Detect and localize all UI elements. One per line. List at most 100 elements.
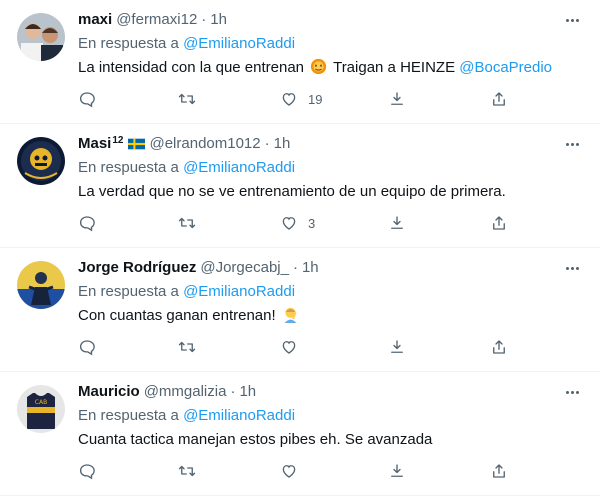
share-button[interactable] <box>490 460 508 482</box>
hot-face-emoji-icon <box>311 58 327 75</box>
retweet-icon <box>178 341 196 353</box>
timestamp[interactable]: 1h <box>239 382 256 402</box>
retweet-icon <box>178 93 196 105</box>
tweet-text-part: Con cuantas ganan entrenan! <box>78 307 276 324</box>
tweet-header: Masi12 @elrandom1012 · 1h <box>78 134 584 154</box>
svg-text:CAB: CAB <box>35 399 47 406</box>
tweet[interactable]: CAB Mauricio @mmgalizia · 1h En respuest… <box>0 372 600 496</box>
tweet-text: Cuanta tactica manejan estos pibes eh. S… <box>78 431 433 448</box>
mention-link[interactable]: @BocaPredio <box>459 59 552 76</box>
download-icon <box>391 340 403 353</box>
more-options-icon[interactable] <box>560 382 584 402</box>
sweden-flag-icon <box>128 138 146 150</box>
avatar[interactable] <box>17 261 65 309</box>
share-icon <box>493 464 505 478</box>
avatar[interactable] <box>17 137 65 185</box>
reply-icon <box>79 216 95 232</box>
more-options-icon[interactable] <box>560 134 584 154</box>
heart-icon <box>282 465 296 478</box>
more-options-icon[interactable] <box>560 10 584 30</box>
separator-dot: · <box>264 135 270 152</box>
separator-dot: · <box>201 11 207 28</box>
heart-icon <box>282 217 296 230</box>
tweet-actions <box>78 336 518 358</box>
heart-icon <box>282 93 296 106</box>
reply-prefix: En respuesta a <box>78 159 179 176</box>
like-button[interactable]: 3 <box>280 212 315 234</box>
reply-button[interactable] <box>78 212 96 234</box>
like-count: 3 <box>308 215 316 231</box>
separator-dot: · <box>292 259 298 276</box>
like-button[interactable] <box>280 460 308 482</box>
reply-mention-link[interactable]: @EmilianoRaddi <box>183 159 295 176</box>
timestamp[interactable]: 1h <box>210 10 227 30</box>
display-name[interactable]: Masi12 <box>78 134 123 154</box>
share-icon <box>493 216 505 230</box>
tweet-text: Con cuantas ganan entrenan! <box>78 306 584 326</box>
tweet[interactable]: Jorge Rodríguez @Jorgecabj_ · 1h En resp… <box>0 248 600 372</box>
reply-button[interactable] <box>78 336 96 358</box>
retweet-button[interactable] <box>178 460 196 482</box>
timestamp[interactable]: 1h <box>274 134 291 154</box>
share-icon <box>493 340 505 354</box>
reply-mention-link[interactable]: @EmilianoRaddi <box>183 35 295 52</box>
heart-icon <box>282 341 296 354</box>
tweet-header: maxi @fermaxi12 · 1h <box>78 10 584 30</box>
like-button[interactable]: 19 <box>280 88 322 110</box>
reply-button[interactable] <box>78 88 96 110</box>
reply-prefix: En respuesta a <box>78 283 179 300</box>
tweet-header: Jorge Rodríguez @Jorgecabj_ · 1h <box>78 258 584 278</box>
download-icon <box>391 464 403 477</box>
retweet-icon <box>178 465 196 477</box>
reply-button[interactable] <box>78 460 96 482</box>
like-button[interactable] <box>280 336 308 358</box>
download-button[interactable] <box>388 88 406 110</box>
avatar[interactable]: CAB <box>17 385 65 433</box>
download-button[interactable] <box>388 336 406 358</box>
more-options-icon[interactable] <box>560 258 584 278</box>
retweet-button[interactable] <box>178 88 196 110</box>
like-count: 19 <box>308 91 323 107</box>
display-name[interactable]: Mauricio <box>78 382 140 402</box>
share-button[interactable] <box>490 88 508 110</box>
avatar[interactable] <box>17 13 65 61</box>
tweet-header: Mauricio @mmgalizia · 1h <box>78 382 584 402</box>
reply-context: En respuesta a @EmilianoRaddi <box>78 282 584 302</box>
reply-context: En respuesta a @EmilianoRaddi <box>78 158 584 178</box>
reply-context: En respuesta a @EmilianoRaddi <box>78 406 584 426</box>
retweet-button[interactable] <box>178 336 196 358</box>
display-name[interactable]: Jorge Rodríguez <box>78 258 196 278</box>
user-handle[interactable]: @fermaxi12 <box>116 10 197 30</box>
share-button[interactable] <box>490 212 508 234</box>
share-button[interactable] <box>490 336 508 358</box>
retweet-icon <box>178 217 196 229</box>
reply-prefix: En respuesta a <box>78 35 179 52</box>
reply-prefix: En respuesta a <box>78 407 179 424</box>
name-superscript: 12 <box>112 135 124 146</box>
timestamp[interactable]: 1h <box>302 258 319 278</box>
tweet-text: La intensidad con la que entrenan Traiga… <box>78 58 584 78</box>
tweet-text-part: La intensidad con la que entrenan <box>78 59 305 76</box>
download-icon <box>391 92 403 105</box>
tweet-actions <box>78 460 518 482</box>
download-button[interactable] <box>388 460 406 482</box>
download-icon <box>391 216 403 229</box>
display-name[interactable]: maxi <box>78 10 112 30</box>
reply-icon <box>79 464 95 480</box>
retweet-button[interactable] <box>178 212 196 234</box>
tweet-text-part: Traigan a HEINZE <box>329 59 460 76</box>
share-icon <box>493 92 505 106</box>
user-handle[interactable]: @mmgalizia <box>144 382 227 402</box>
tweet[interactable]: maxi @fermaxi12 · 1h En respuesta a @Emi… <box>0 0 600 124</box>
reply-context: En respuesta a @EmilianoRaddi <box>78 34 584 54</box>
reply-icon <box>79 92 95 108</box>
reply-mention-link[interactable]: @EmilianoRaddi <box>183 283 295 300</box>
tweet-text: La verdad que no se ve entrenamiento de … <box>78 183 506 200</box>
tweet[interactable]: Masi12 @elrandom1012 · 1h En respuesta a… <box>0 124 600 248</box>
reply-mention-link[interactable]: @EmilianoRaddi <box>183 407 295 424</box>
tweet-actions: 3 <box>78 212 518 234</box>
user-handle[interactable]: @Jorgecabj_ <box>200 258 289 278</box>
download-button[interactable] <box>388 212 406 234</box>
user-handle[interactable]: @elrandom1012 <box>149 134 260 154</box>
person-facepalming-emoji-icon <box>284 307 297 323</box>
